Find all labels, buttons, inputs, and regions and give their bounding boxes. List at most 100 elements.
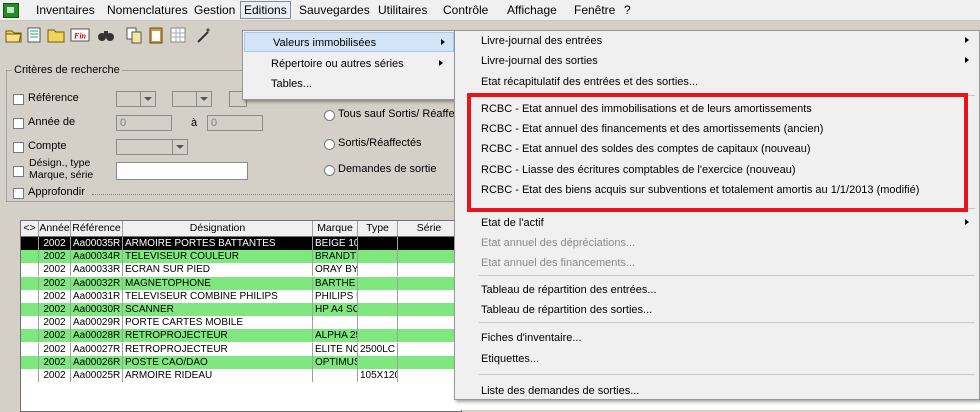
menu-affichage[interactable]: Affichage (504, 2, 560, 18)
cell-ref: Aa00030R (71, 303, 123, 316)
radio-demandes[interactable] (324, 165, 335, 176)
year-to-label: à (191, 117, 198, 129)
menu-item-tables[interactable]: Tables... (243, 74, 455, 94)
menu-controle[interactable]: Contrôle (440, 2, 491, 18)
submenu-item[interactable]: Fiches d'inventaire... (455, 328, 979, 348)
submenu-arrow-icon (441, 39, 445, 45)
submenu-item[interactable]: Etat de l'actif (455, 213, 979, 233)
app-icon[interactable] (3, 3, 19, 18)
submenu-item[interactable]: Tableau de répartition des entrées... (455, 280, 979, 300)
table-row[interactable]: 2002 Aa00032R MAGNETOPHONE BARTHE (21, 276, 461, 290)
cell-designation: TELEVISEUR COMBINE PHILIPS (123, 289, 313, 303)
table-row[interactable]: 2002Aa00034RTELEVISEUR COULEURBRANDT 7 (21, 250, 461, 264)
cell-designation: PORTE CARTES MOBILE (123, 316, 313, 330)
header-marque[interactable]: Marque (313, 221, 358, 236)
reference-checkbox[interactable] (13, 94, 24, 105)
menu-gestion[interactable]: Gestion (191, 2, 238, 18)
header-designation[interactable]: Désignation (123, 221, 313, 236)
radio-sortis[interactable] (324, 139, 335, 150)
cell-marque: BEIGE 104 (313, 237, 358, 250)
menu-item-label: Répertoire ou autres séries (271, 58, 404, 70)
menu-editions[interactable]: Editions (240, 1, 291, 19)
reference-combo-1[interactable] (116, 91, 156, 107)
valeurs-immobilisees-submenu: Livre-journal des entrées Livre-journal d… (454, 30, 980, 400)
menu-fenetre[interactable]: Fenêtre (571, 2, 618, 18)
cell-ref: Aa00027R (71, 342, 123, 356)
cell-ref: Aa00026R (71, 355, 123, 369)
compte-checkbox[interactable] (13, 142, 24, 153)
cell-marker (21, 250, 39, 264)
menu-item-valeurs-immobilisees[interactable]: Valeurs immobilisées (244, 32, 454, 52)
editions-menu: Valeurs immobilisées Répertoire ou autre… (242, 30, 456, 100)
cell-ref: Aa00031R (71, 289, 123, 303)
header-reference[interactable]: Référence (71, 221, 123, 236)
cell-annee: 2002 (39, 237, 71, 250)
menu-utilitaires[interactable]: Utilitaires (375, 2, 430, 18)
submenu-item[interactable]: Tableau de répartition des sorties... (455, 300, 979, 320)
table-row[interactable]: 2002 Aa00025R ARMOIRE RIDEAU 105X120 (21, 369, 461, 382)
cell-marque (313, 369, 358, 382)
open-folder-icon[interactable] (4, 25, 24, 45)
compte-combo[interactable] (116, 139, 188, 155)
menu-inventaires[interactable]: Inventaires (33, 2, 98, 18)
cell-marker (21, 342, 39, 356)
table-row[interactable]: 2002 Aa00030R SCANNER HP A4 SC (21, 303, 461, 316)
submenu-item[interactable]: Livre-journal des sorties (455, 51, 979, 71)
cell-designation: TELEVISEUR COULEUR (123, 250, 313, 264)
chevron-down-icon (172, 140, 187, 154)
header-type[interactable]: Type (358, 221, 398, 236)
year-checkbox[interactable] (13, 118, 24, 129)
table-row[interactable]: 2002 Aa00031R TELEVISEUR COMBINE PHILIPS PH… (21, 289, 461, 303)
submenu-item[interactable]: Etat récapitulatif des entrées et des so… (455, 72, 979, 92)
submenu-item[interactable]: Livre-journal des entrées (455, 31, 979, 51)
submenu-item[interactable]: Liste des demandes de sorties... (455, 381, 979, 401)
submenu-item-label: Etat de l'actif (481, 217, 544, 229)
cell-type (358, 355, 398, 369)
list-icon[interactable] (24, 25, 44, 45)
menu-nomenclatures[interactable]: Nomenclatures (104, 2, 191, 18)
cell-marque: BARTHE (313, 276, 358, 290)
table-row[interactable]: 2002 Aa00035R ARMOIRE PORTES BATTANTES BEIG… (21, 237, 461, 250)
table-row[interactable]: 2002 Aa00029R PORTE CARTES MOBILE (21, 316, 461, 330)
highlight-box (467, 93, 968, 212)
submenu-item: Etat annuel des dépréciations... (455, 233, 979, 253)
copy-icon[interactable] (124, 25, 144, 45)
table-row[interactable]: 2002 Aa00026R POSTE CAO/DAO OPTIMUS (21, 355, 461, 369)
fin-icon[interactable]: Fin (70, 25, 90, 45)
submenu-item-label: Etat annuel des dépréciations... (481, 237, 636, 249)
radio-sortis-label: Sortis/Réaffectés (338, 137, 422, 149)
header-annee[interactable]: Année (39, 221, 71, 236)
search-criteria-legend: Critères de recherche (12, 64, 122, 76)
submenu-item[interactable]: Etiquettes... (455, 349, 979, 369)
cell-annee: 2002 (39, 342, 71, 356)
design-checkbox[interactable] (13, 166, 24, 177)
binoculars-icon[interactable] (96, 25, 116, 45)
cell-marker (21, 303, 39, 316)
clipboard-icon[interactable] (146, 25, 166, 45)
cell-marker (21, 369, 39, 382)
submenu-arrow-icon (965, 219, 969, 225)
cell-type (358, 329, 398, 343)
menubar: Inventaires Nomenclatures Gestion Editio… (0, 0, 980, 21)
menu-help[interactable]: ? (621, 2, 634, 18)
reference-combo-2[interactable] (172, 91, 212, 107)
table-row[interactable]: 2002 Aa00028R RETROPROJECTEUR ALPHA 25 (21, 329, 461, 343)
approfondir-checkbox[interactable] (13, 188, 24, 199)
header-serie[interactable]: Série (398, 221, 461, 236)
menu-item-repertoire[interactable]: Répertoire ou autres séries (243, 54, 455, 74)
menu-sauvegardes[interactable]: Sauvegardes (296, 2, 373, 18)
year-to-input[interactable]: 0 (207, 115, 263, 131)
design-input[interactable] (116, 162, 248, 180)
design-label-2: Marque, série (29, 169, 94, 181)
cell-marque: ORAY BY (315, 263, 358, 277)
year-from-input[interactable]: 0 (116, 115, 172, 131)
grid-icon[interactable] (168, 25, 188, 45)
header-sort-toggle[interactable]: <> (21, 221, 39, 236)
wand-icon[interactable] (194, 25, 214, 45)
cell-type: 2500LC (358, 342, 398, 356)
table-row[interactable]: 2002 Aa00033R ECRAN SUR PIED ORAY BY (21, 263, 461, 277)
cell-marker (21, 276, 39, 290)
radio-tous-sauf-sortis[interactable] (324, 110, 335, 121)
table-row[interactable]: 2002Aa00027RRETROPROJECTEURELITE NOE2500… (21, 342, 461, 356)
folder-icon[interactable] (46, 25, 66, 45)
